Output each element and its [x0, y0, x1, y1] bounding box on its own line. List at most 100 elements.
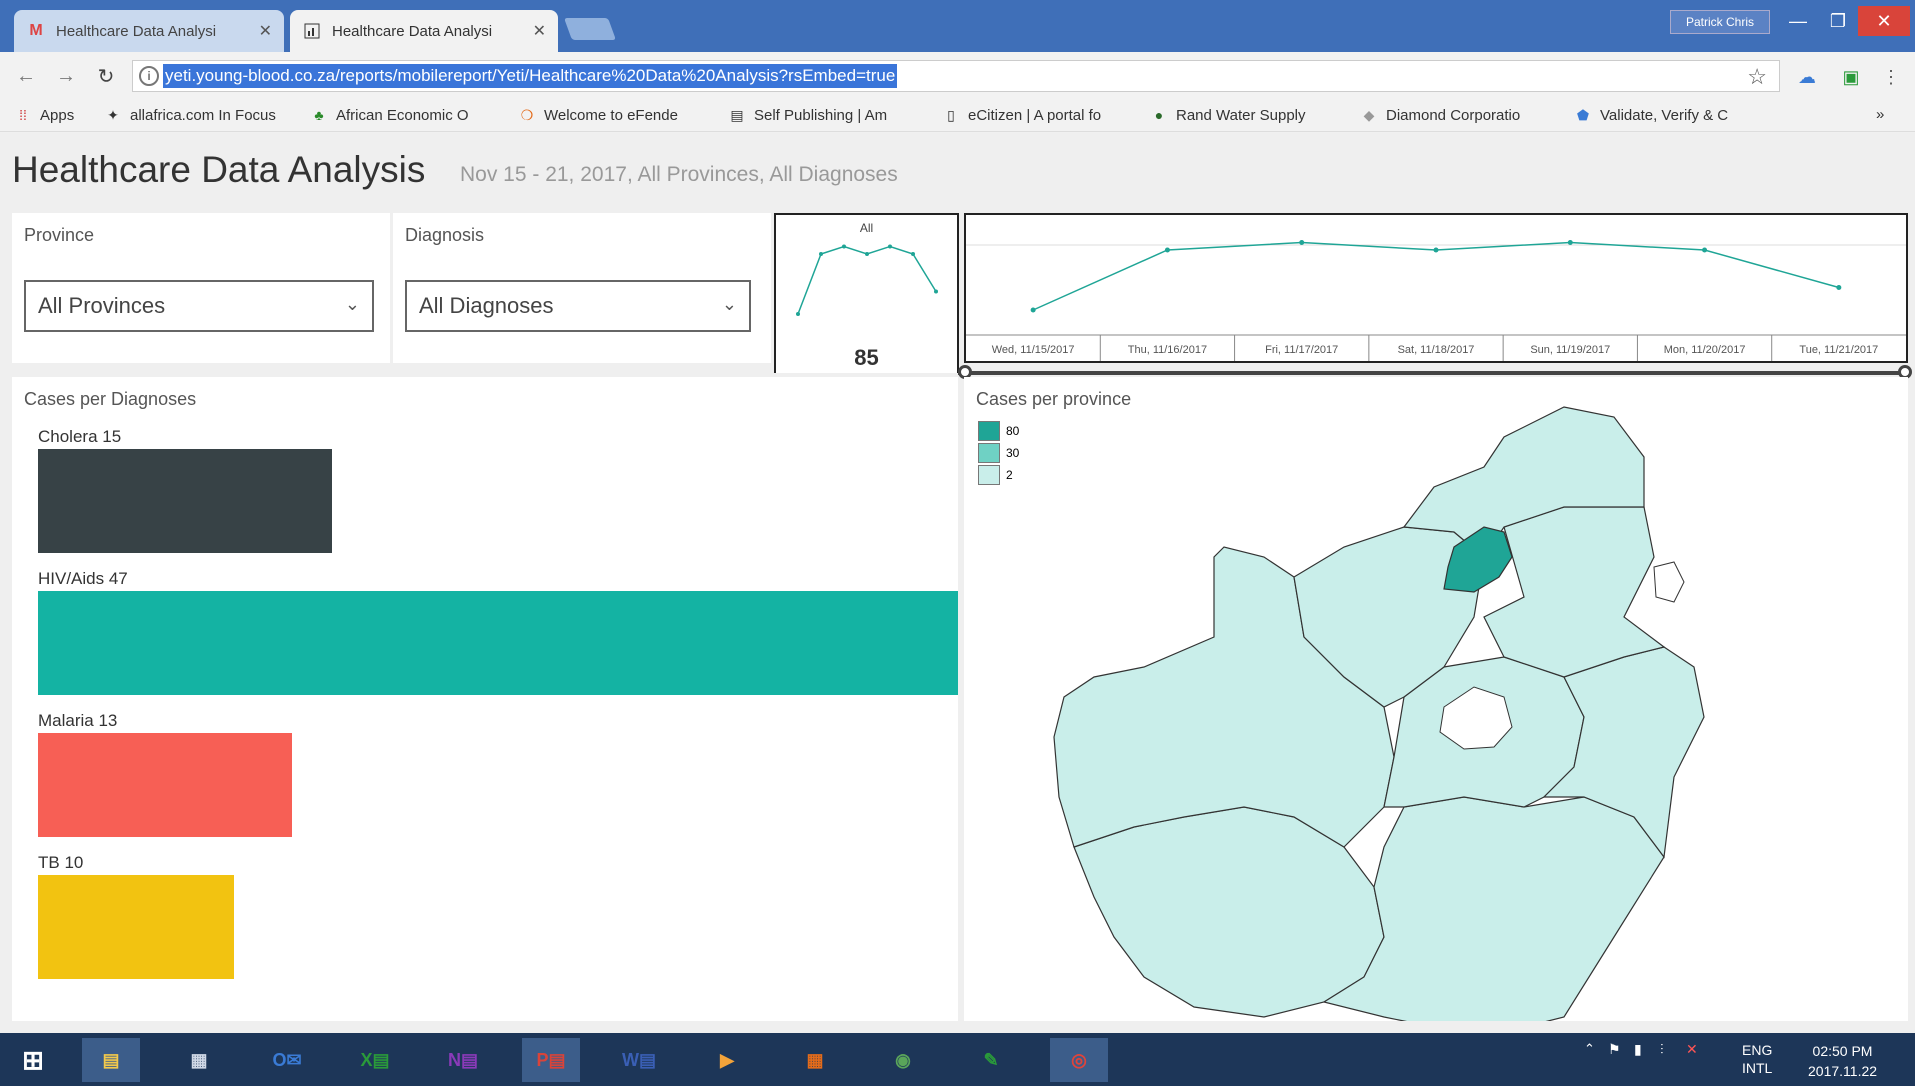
profile-button[interactable]: Patrick Chris: [1670, 10, 1770, 34]
diamond-icon: ◆: [1363, 106, 1375, 123]
shield-icon: ⬟: [1576, 106, 1590, 123]
forward-icon[interactable]: →: [52, 62, 80, 90]
gmail-icon: M: [29, 22, 43, 39]
sparkline-point: [934, 289, 938, 294]
south-africa-map: [1053, 406, 1705, 1021]
kpi-sparkline: [796, 244, 938, 316]
windows-start-icon[interactable]: ⊞: [4, 1038, 62, 1082]
bookmark-rand-water[interactable]: ● Rand Water Supply: [1150, 106, 1306, 124]
windows-taskbar: ⊞ ▤ ▦ O✉ X▤ N▤ P▤ W▤ ▶ ▦ ◉ ✎ ◎ ⌃ ⚑ ▮ ⫶ ✕ ENG INTL 0…: [0, 1033, 1915, 1086]
timeline-tick-label: Wed, 11/15/2017: [992, 344, 1075, 356]
page-subtitle: Nov 15 - 21, 2017, All Provinces, All Di…: [460, 163, 898, 186]
timeline-point: [1567, 240, 1573, 245]
restore-icon[interactable]: ❐: [1818, 6, 1858, 36]
chevron-down-icon: ⌄: [344, 294, 360, 314]
menu-icon[interactable]: ⋮: [1880, 66, 1902, 88]
language-indicator[interactable]: ENG INTL: [1742, 1041, 1772, 1077]
cloud-extension-icon[interactable]: ☁: [1796, 66, 1818, 88]
timeline-tick-label: Fri, 11/17/2017: [1265, 344, 1338, 356]
timeline-point: [1299, 240, 1305, 245]
signal-icon[interactable]: ⫶: [1660, 1041, 1664, 1058]
onenote-icon[interactable]: N▤: [434, 1038, 492, 1082]
evernote-icon[interactable]: ✎: [962, 1038, 1020, 1082]
new-tab-button[interactable]: [563, 18, 617, 40]
bookmark-allafrica[interactable]: ✦ allafrica.com In Focus: [104, 106, 276, 124]
bookmark-african-economic[interactable]: ♣ African Economic O: [310, 106, 468, 124]
minimize-icon[interactable]: —: [1778, 6, 1818, 36]
sparkline-line: [797, 245, 937, 315]
bookmark-star-icon[interactable]: ☆: [1747, 64, 1767, 90]
bar[interactable]: [38, 733, 293, 837]
tab-report[interactable]: Healthcare Data Analysi ✕: [290, 10, 558, 52]
window-close-icon[interactable]: ✕: [1858, 6, 1910, 36]
document-icon: ▯: [947, 106, 955, 123]
sparkline-point: [911, 252, 915, 256]
back-icon[interactable]: ←: [12, 62, 40, 90]
report-icon: [302, 22, 322, 40]
info-icon[interactable]: i: [139, 66, 159, 86]
diagnosis-label: Diagnosis: [405, 225, 485, 245]
chevron-down-icon: ⌄: [721, 294, 737, 314]
bookmark-ecitizen[interactable]: ▯ eCitizen | A portal fo: [942, 106, 1101, 124]
bookmark-self-publishing[interactable]: ▤ Self Publishing | Am: [728, 106, 887, 124]
flag-icon[interactable]: ⚑: [1608, 1041, 1621, 1058]
timeline-range-bar[interactable]: [958, 371, 1908, 375]
sparkline-point: [819, 252, 823, 256]
bar[interactable]: [38, 449, 332, 553]
calculator-icon[interactable]: ▦: [170, 1038, 228, 1082]
bookmark-apps[interactable]: ⁞⁞ Apps: [14, 106, 74, 124]
close-icon[interactable]: ✕: [533, 21, 546, 41]
outlook-icon[interactable]: O✉: [258, 1038, 316, 1082]
globe-icon[interactable]: ◉: [874, 1038, 932, 1082]
address-bar[interactable]: i yeti.young-blood.co.za/reports/mobiler…: [132, 60, 1780, 92]
publishing-icon: ▤: [730, 106, 744, 123]
excel-icon[interactable]: X▤: [346, 1038, 404, 1082]
reload-icon[interactable]: ↻: [92, 62, 120, 90]
media-player-icon[interactable]: ▶: [698, 1038, 756, 1082]
bookmark-diamond[interactable]: ◆ Diamond Corporatio: [1360, 106, 1521, 124]
tray-up-icon[interactable]: ⌃: [1584, 1041, 1595, 1057]
diagnosis-select[interactable]: All Diagnoses ⌄: [405, 280, 751, 332]
bookmark-efende[interactable]: ❍ Welcome to eFende: [518, 106, 678, 124]
sparkline-point: [796, 312, 800, 316]
volume-muted-icon[interactable]: ✕: [1686, 1041, 1698, 1058]
timeline-tick-label: Mon, 11/20/2017: [1664, 344, 1746, 356]
province-mpumalanga[interactable]: [1483, 506, 1666, 678]
taskbar-clock[interactable]: 02:50 PM 2017.11.22: [1808, 1041, 1877, 1081]
url-text[interactable]: yeti.young-blood.co.za/reports/mobilerep…: [163, 64, 898, 88]
bookmarks-overflow[interactable]: »: [1876, 106, 1884, 123]
province-map-panel: Cases per province 80 30 2: [964, 377, 1908, 1021]
timeline-point: [1702, 247, 1708, 253]
sparkline-point: [888, 244, 892, 249]
bookmark-validate[interactable]: ⬟ Validate, Verify & C: [1574, 106, 1728, 124]
timeline-point: [1030, 307, 1036, 313]
bar[interactable]: [38, 591, 958, 695]
close-icon[interactable]: ✕: [259, 21, 272, 41]
page-title: Healthcare Data Analysis: [12, 149, 426, 190]
province-select[interactable]: All Provinces ⌄: [24, 280, 374, 332]
efende-icon: ❍: [520, 106, 534, 123]
app-grid-icon[interactable]: ▦: [786, 1038, 844, 1082]
water-icon: ●: [1154, 107, 1164, 123]
bar[interactable]: [38, 875, 234, 979]
bookmarks-bar: ⁞⁞ Apps ✦ allafrica.com In Focus ♣ African …: [0, 100, 1915, 132]
browser-toolbar: ← → ↻ i yeti.young-blood.co.za/reports/m…: [0, 52, 1915, 100]
evernote-extension-icon[interactable]: ▣: [1840, 66, 1862, 88]
allafrica-icon: ✦: [107, 106, 119, 123]
timeline-chart: Wed, 11/15/2017 Thu, 11/16/2017 Fri, 11/17…: [966, 240, 1906, 361]
network-icon[interactable]: ▮: [1634, 1041, 1642, 1058]
eswatini-region: [1653, 561, 1685, 603]
tab-gmail[interactable]: M Healthcare Data Analysi ✕: [14, 10, 284, 52]
kpi-panel[interactable]: All 85: [774, 213, 959, 373]
timeline-tick-label: Thu, 11/16/2017: [1128, 344, 1207, 356]
timeline-navigator[interactable]: Wed, 11/15/2017 Thu, 11/16/2017 Fri, 11/17…: [964, 213, 1908, 363]
tab-title: Healthcare Data Analysi: [332, 22, 493, 40]
chrome-icon[interactable]: ◎: [1050, 1038, 1108, 1082]
diagnosis-filter-panel: Diagnosis All Diagnoses ⌄: [393, 213, 771, 363]
powerpoint-icon[interactable]: P▤: [522, 1038, 580, 1082]
bar-label: Malaria 13: [38, 711, 118, 730]
kpi-value: 85: [854, 345, 879, 370]
word-icon[interactable]: W▤: [610, 1038, 668, 1082]
sparkline-point: [865, 252, 869, 256]
file-explorer-icon[interactable]: ▤: [82, 1038, 140, 1082]
